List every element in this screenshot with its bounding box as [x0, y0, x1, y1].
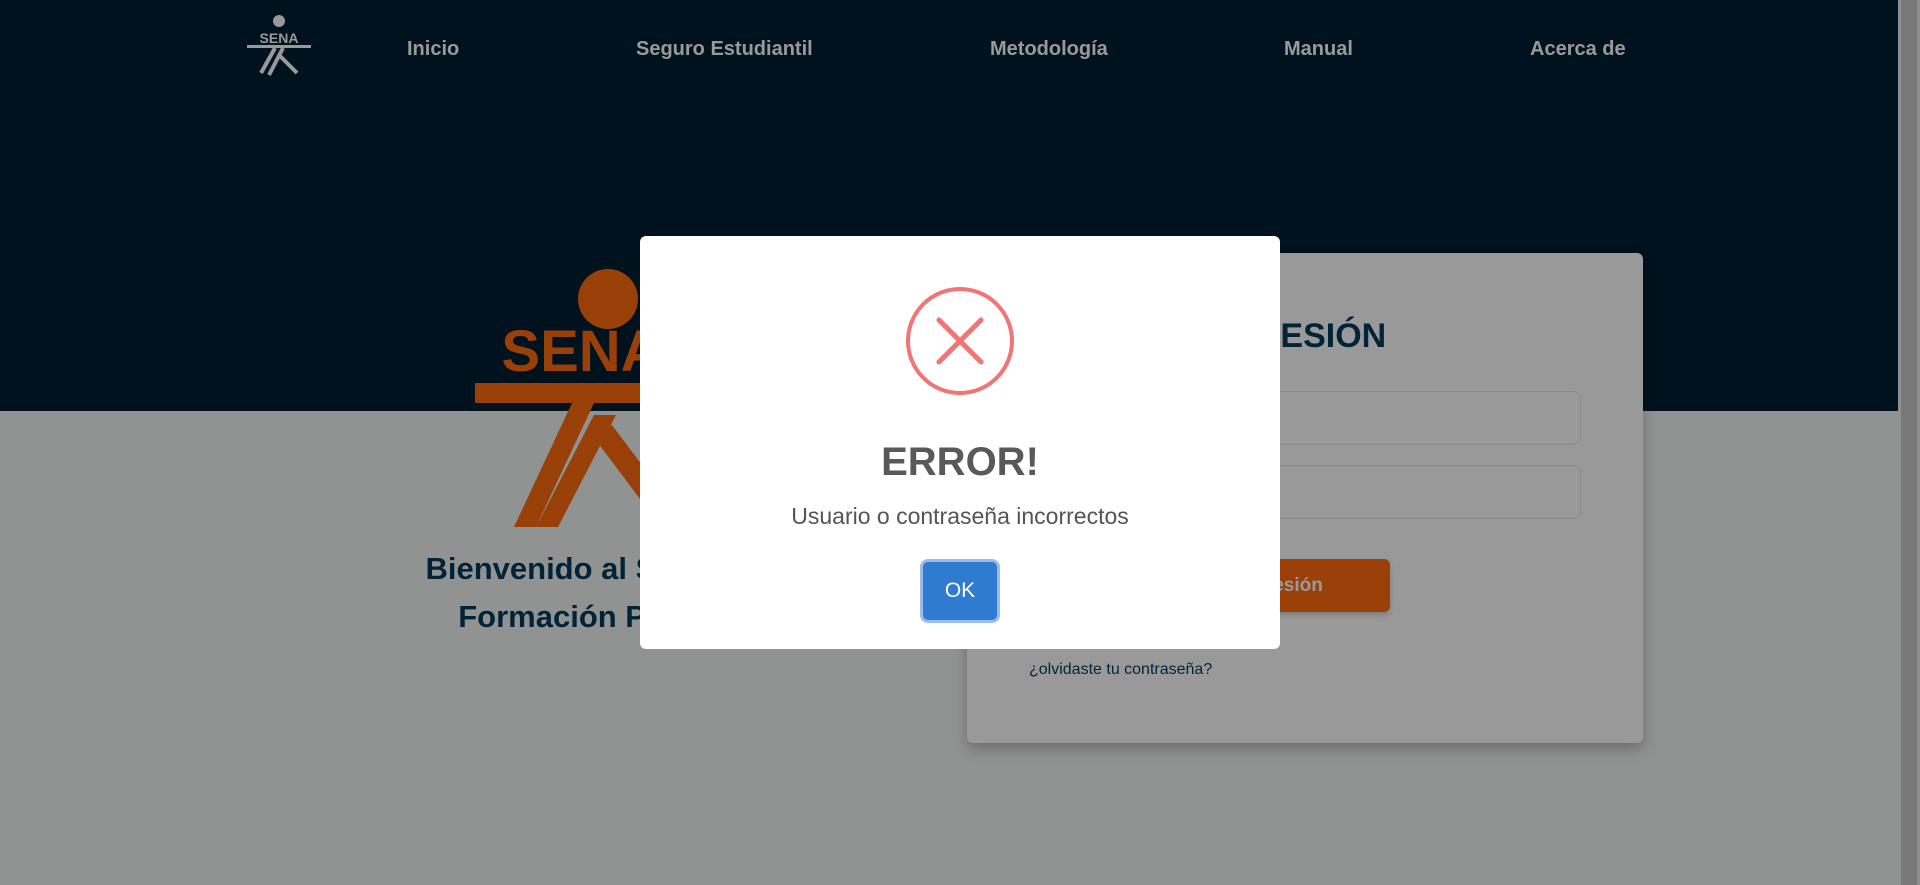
error-dialog: ERROR! Usuario o contraseña incorrectos …	[640, 236, 1280, 649]
ok-button[interactable]: OK	[923, 562, 997, 620]
dialog-message: Usuario o contraseña incorrectos	[791, 503, 1129, 529]
error-x-icon	[906, 287, 1014, 395]
dialog-title: ERROR!	[881, 440, 1039, 484]
